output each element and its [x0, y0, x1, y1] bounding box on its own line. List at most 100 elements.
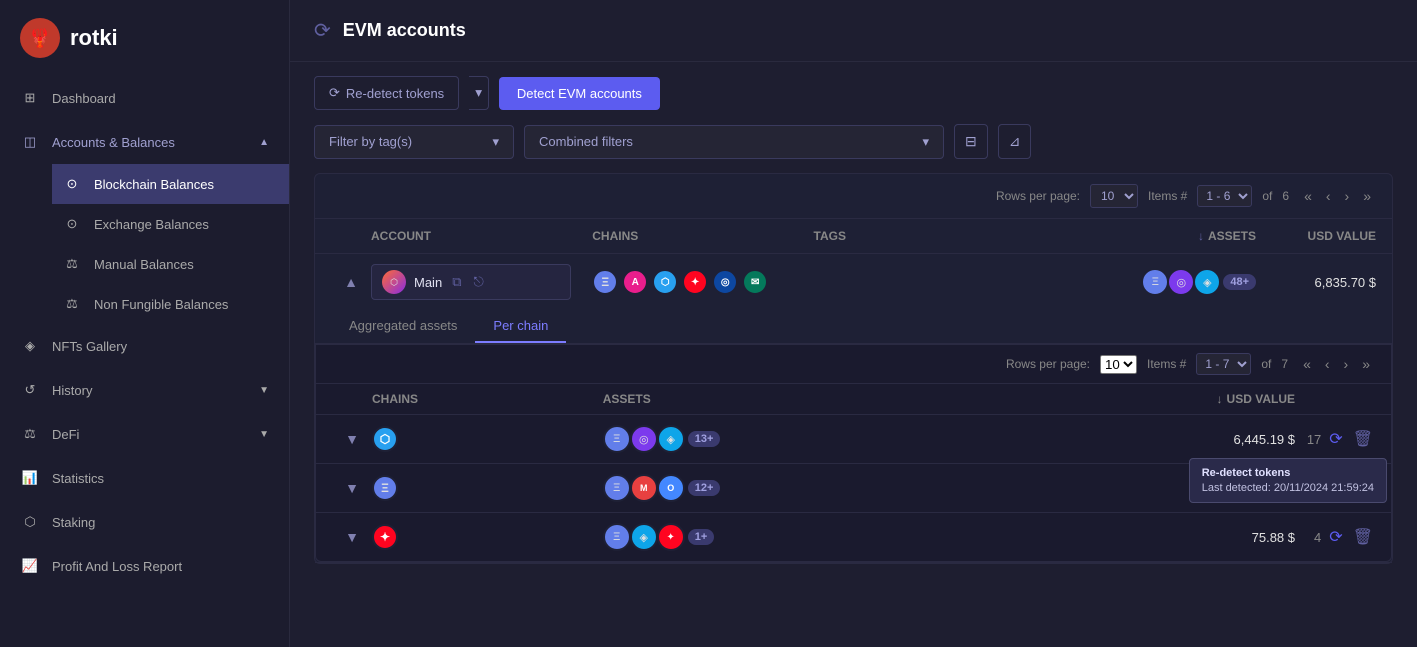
logo-icon: 🦞: [20, 18, 60, 58]
sidebar-item-profit-loss[interactable]: 📈 Profit And Loss Report: [0, 544, 289, 588]
inner-delete-btn-1[interactable]: 🗑: [1351, 427, 1375, 451]
sidebar-item-nfts-gallery[interactable]: ◈ NFTs Gallery: [0, 324, 289, 368]
main-table: Rows per page: 10 25 50 Items # 1 - 6 of…: [314, 173, 1393, 564]
inner-last-page-button[interactable]: »: [1357, 354, 1375, 374]
redetect-label: Re-detect tokens: [346, 86, 444, 101]
sidebar-label-history: History: [52, 383, 92, 398]
tag-filter-select[interactable]: Filter by tag(s) ▾: [314, 125, 514, 159]
sidebar-label-statistics: Statistics: [52, 471, 104, 486]
prev-page-button[interactable]: ‹: [1321, 186, 1336, 206]
first-page-button[interactable]: «: [1299, 186, 1317, 206]
filter-funnel-button[interactable]: ⊿: [998, 124, 1032, 159]
sidebar-item-accounts-balances[interactable]: ◫ Accounts & Balances ▲: [0, 120, 289, 164]
inner-rows-per-page-select[interactable]: 10: [1100, 355, 1137, 374]
inner-refresh-btn-3[interactable]: ⟳: [1327, 525, 1344, 549]
staking-icon: ⬡: [20, 512, 40, 532]
inner-refresh-btn-1[interactable]: ⟳: [1327, 427, 1344, 451]
col-account-label: Account: [371, 229, 431, 243]
inner-asset-eth-3: Ξ: [603, 523, 631, 551]
inner-rows-per-page-label: Rows per page:: [1006, 357, 1090, 371]
col-tags-label: Tags: [814, 229, 846, 243]
sidebar-item-defi[interactable]: ⚖ DeFi ▼: [0, 412, 289, 456]
op-icon-3: ✦: [372, 524, 398, 550]
items-range-select[interactable]: 1 - 6: [1197, 185, 1252, 207]
accounts-submenu: ⊙ Blockchain Balances ⊙ Exchange Balance…: [0, 164, 289, 324]
next-page-button[interactable]: ›: [1340, 186, 1355, 206]
inner-row-expand-btn-2[interactable]: ▼: [332, 480, 372, 496]
inner-items-range-select[interactable]: 1 - 7: [1196, 353, 1251, 375]
sidebar-item-dashboard[interactable]: ⊞ Dashboard: [0, 76, 289, 120]
tab-per-chain[interactable]: Per chain: [475, 310, 566, 343]
sidebar-label-defi: DeFi: [52, 427, 79, 442]
app-name: rotki: [70, 25, 118, 51]
inner-delete-btn-3[interactable]: 🗑: [1351, 525, 1375, 549]
app-logo: 🦞 rotki: [0, 0, 289, 76]
sidebar-item-manual-balances[interactable]: ⚖ Manual Balances: [52, 244, 289, 284]
asset-eth-icon: Ξ: [1141, 268, 1169, 296]
open-external-button[interactable]: ⎋: [471, 272, 485, 292]
sub-tabs-container: Aggregated assets Per chain: [315, 310, 1392, 344]
inner-row-expand-btn-1[interactable]: ▼: [332, 431, 372, 447]
page-refresh-icon[interactable]: ⟳: [314, 18, 331, 43]
history-icon: ↺: [20, 380, 40, 400]
manual-icon: ⚖: [62, 254, 82, 274]
inner-usd-label: USD value: [1227, 392, 1295, 406]
sidebar: 🦞 rotki ⊞ Dashboard ◫ Accounts & Balance…: [0, 0, 290, 647]
tab-aggregated-assets[interactable]: Aggregated assets: [331, 310, 475, 343]
sidebar-item-nonfungible-balances[interactable]: ⚖ Non Fungible Balances: [52, 284, 289, 324]
inner-col-expand: [332, 392, 372, 406]
account-expand-button[interactable]: ▲: [331, 274, 371, 290]
inner-asset-ole-2: O: [657, 474, 685, 502]
inner-asset-eth-1: Ξ: [603, 425, 631, 453]
inner-col-assets: Assets: [603, 392, 1065, 406]
sidebar-label-nonfungible: Non Fungible Balances: [94, 297, 228, 312]
defi-chevron-icon: ▼: [259, 429, 269, 440]
combined-filter-select[interactable]: Combined filters ▾: [524, 125, 944, 159]
col-assets-label: Assets: [1208, 229, 1256, 243]
redetect-arrow-button[interactable]: ▾: [469, 76, 489, 110]
rows-per-page-select[interactable]: 10 25 50: [1090, 184, 1138, 208]
filters-row: Filter by tag(s) ▾ Combined filters ▾ ⊟ …: [290, 124, 1417, 173]
main-content: ⟳ EVM accounts ⟳ Re-detect tokens ▾ Dete…: [290, 0, 1417, 647]
combined-filter-chevron-icon: ▾: [922, 134, 929, 150]
sidebar-item-staking[interactable]: ⬡ Staking: [0, 500, 289, 544]
sidebar-item-history[interactable]: ↺ History ▼: [0, 368, 289, 412]
defi-icon: ⚖: [20, 424, 40, 444]
inner-chain-op: ✦: [372, 524, 603, 550]
account-row: ▲ ⬡ Main ⧉ ⎋ Ξ A ⬡ ✦ ◎ ✉ Ξ: [315, 254, 1392, 563]
copy-address-button[interactable]: ⧉: [450, 272, 463, 292]
asset-blue-icon: ◈: [1193, 268, 1221, 296]
sidebar-label-manual: Manual Balances: [94, 257, 194, 272]
account-name: Main: [414, 275, 442, 290]
table-header-controls: Rows per page: 10 25 50 Items # 1 - 6 of…: [315, 174, 1392, 219]
arb-icon: ⬡: [372, 426, 398, 452]
inner-row-expand-btn-3[interactable]: ▼: [332, 529, 372, 545]
col-usd-label: USD value: [1308, 229, 1376, 243]
nfts-icon: ◈: [20, 336, 40, 356]
col-usd-value: USD value: [1256, 229, 1376, 243]
inner-prev-page-button[interactable]: ‹: [1320, 354, 1335, 374]
account-assets: Ξ ◎ ◈ 48+: [1035, 268, 1256, 296]
sidebar-item-statistics[interactable]: 📊 Statistics: [0, 456, 289, 500]
sidebar-label-exchange: Exchange Balances: [94, 217, 209, 232]
inner-usd-3: 75.88 $: [1064, 530, 1295, 545]
inner-actions-3: 4 ⟳ 🗑: [1295, 525, 1375, 549]
bsc-chain-icon: ◎: [712, 269, 738, 295]
filter-settings-button[interactable]: ⊟: [954, 124, 988, 159]
sidebar-item-exchange-balances[interactable]: ⊙ Exchange Balances: [52, 204, 289, 244]
sidebar-label-accounts: Accounts & Balances: [52, 135, 175, 150]
inner-asset-moc-2: M: [630, 474, 658, 502]
items-of-label: of: [1262, 189, 1272, 203]
inner-first-page-button[interactable]: «: [1298, 354, 1316, 374]
redetect-tokens-button[interactable]: ⟳ Re-detect tokens: [314, 76, 459, 110]
last-page-button[interactable]: »: [1358, 186, 1376, 206]
inner-asset-b-1: ◈: [657, 425, 685, 453]
tooltip-title: Re-detect tokens: [1202, 467, 1374, 479]
detect-evm-button[interactable]: Detect EVM accounts: [499, 77, 660, 110]
sidebar-item-blockchain-balances[interactable]: ⊙ Blockchain Balances: [52, 164, 289, 204]
tag-filter-placeholder: Filter by tag(s): [329, 134, 412, 149]
combined-filter-value: Combined filters: [539, 134, 633, 149]
accounts-chevron-icon: ▲: [259, 137, 269, 148]
rows-per-page-label: Rows per page:: [996, 189, 1080, 203]
inner-next-page-button[interactable]: ›: [1339, 354, 1354, 374]
